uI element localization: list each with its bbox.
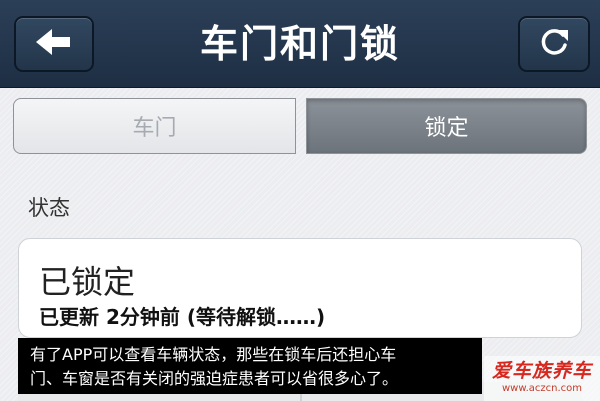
page-title: 车门和门锁 [199, 22, 400, 66]
updated-prefix: 已更新 [39, 305, 99, 329]
tab-doors[interactable]: 车门 [13, 98, 296, 154]
lock-status-text: 已锁定 [39, 263, 136, 301]
nav-bar: 车门和门锁 [0, 0, 600, 88]
watermark-url: www.aczcn.com [501, 383, 583, 394]
updated-number: 2 [105, 305, 120, 329]
back-button[interactable] [14, 16, 94, 72]
watermark: 爱车族养车 www.aczcn.com [484, 356, 600, 401]
caption-line-2: 门、车窗是否有关闭的强迫症患者可以省很多心了。 [30, 369, 399, 388]
last-updated-text: 已更新 2分钟前 (等待解锁……) [39, 301, 325, 330]
caption-line-1: 有了APP可以查看车辆状态，那些在锁车后还担心车 [30, 345, 397, 364]
refresh-button[interactable] [518, 16, 590, 72]
tab-lock[interactable]: 锁定 [306, 98, 587, 154]
lock-status-card: 已锁定 已更新 2分钟前 (等待解锁……) [18, 238, 582, 338]
arrow-left-icon [34, 27, 74, 61]
status-section-label: 状态 [28, 196, 70, 220]
caption-overlay: 有了APP可以查看车辆状态，那些在锁车后还担心车 门、车窗是否有关闭的强迫症患者… [18, 338, 482, 394]
updated-suffix: 分钟前 (等待解锁……) [119, 305, 326, 329]
watermark-title: 爱车族养车 [491, 360, 592, 382]
refresh-icon [537, 25, 571, 63]
